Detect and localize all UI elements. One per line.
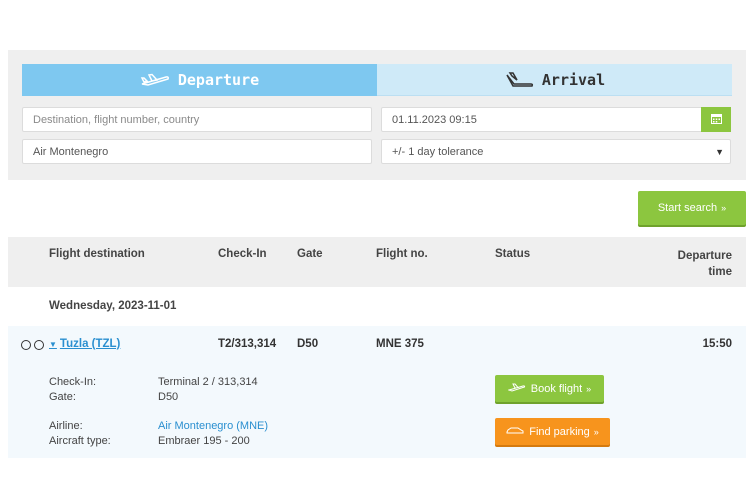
plane-icon — [507, 383, 526, 395]
chevron-down-icon: ▼ — [715, 146, 724, 157]
start-search-button[interactable]: Start search » — [638, 191, 746, 225]
detail-gate-label: Gate: — [49, 391, 76, 403]
detail-checkin-value: Terminal 2 / 313,314 — [158, 376, 258, 388]
plane-takeoff-icon — [140, 72, 170, 88]
flight-gate: D50 — [297, 338, 319, 350]
departure-time: 15:50 — [702, 338, 732, 350]
flight-options — [21, 340, 44, 350]
circle-icon[interactable] — [21, 340, 31, 350]
flight-row: ▼ Tuzla (TZL) T2/313,314 D50 MNE 375 15:… — [8, 326, 746, 458]
destination-text: Tuzla (TZL) — [59, 338, 121, 350]
header-departure-time: Departure time — [678, 248, 732, 280]
header-departure-line1: Departure — [677, 250, 732, 262]
destination-input[interactable] — [33, 113, 371, 126]
airline-field[interactable]: Air Montenegro — [22, 139, 372, 164]
calendar-button[interactable] — [701, 107, 731, 132]
date-field[interactable]: 01.11.2023 09:15 — [381, 107, 707, 132]
header-gate: Gate — [297, 248, 323, 260]
airline-value: Air Montenegro — [33, 145, 109, 158]
header-status: Status — [495, 248, 531, 260]
detail-aircraft-label: Aircraft type: — [49, 435, 111, 447]
search-panel: Departure Arrival 01.11.2023 09:15 Air M… — [8, 50, 746, 180]
tolerance-select[interactable]: +/- 1 day tolerance ▼ — [381, 139, 731, 164]
table-header: Flight destination Check-In Gate Flight … — [8, 237, 746, 287]
double-chevron-right-icon: » — [593, 426, 599, 437]
date-heading: Wednesday, 2023-11-01 — [49, 300, 177, 312]
tolerance-value: +/- 1 day tolerance — [392, 145, 484, 158]
start-search-label: Start search — [657, 202, 718, 214]
header-checkin: Check-In — [218, 248, 267, 260]
header-flight-no: Flight no. — [376, 248, 428, 260]
double-chevron-right-icon: » — [721, 203, 727, 213]
plane-landing-icon — [504, 71, 534, 88]
detail-gate-value: D50 — [158, 391, 179, 403]
tab-departure-label: Departure — [177, 71, 260, 89]
find-parking-label: Find parking — [529, 425, 590, 438]
destination-field-wrap — [22, 107, 372, 132]
flight-number: MNE 375 — [376, 338, 424, 350]
find-parking-button[interactable]: Find parking » — [495, 418, 610, 445]
header-departure-line2: time — [708, 266, 732, 278]
tab-arrival-label: Arrival — [541, 70, 606, 89]
detail-aircraft-value: Embraer 195 - 200 — [158, 435, 250, 447]
triangle-down-icon: ▼ — [49, 339, 57, 349]
detail-airline-link[interactable]: Air Montenegro (MNE) — [158, 420, 268, 432]
flight-checkin: T2/313,314 — [218, 338, 277, 350]
tab-departure[interactable]: Departure — [22, 64, 377, 96]
car-icon — [506, 426, 524, 438]
calendar-icon — [710, 111, 722, 129]
detail-checkin-label: Check-In: — [49, 376, 97, 388]
book-flight-label: Book flight — [530, 382, 583, 395]
circle-icon[interactable] — [34, 340, 44, 350]
book-flight-button[interactable]: Book flight » — [495, 375, 604, 402]
detail-airline-label: Airline: — [49, 420, 83, 432]
header-destination: Flight destination — [49, 248, 145, 260]
tab-arrival[interactable]: Arrival — [377, 64, 732, 96]
double-chevron-right-icon: » — [586, 383, 592, 394]
date-value: 01.11.2023 09:15 — [392, 113, 477, 126]
destination-link[interactable]: ▼ Tuzla (TZL) — [49, 338, 120, 350]
